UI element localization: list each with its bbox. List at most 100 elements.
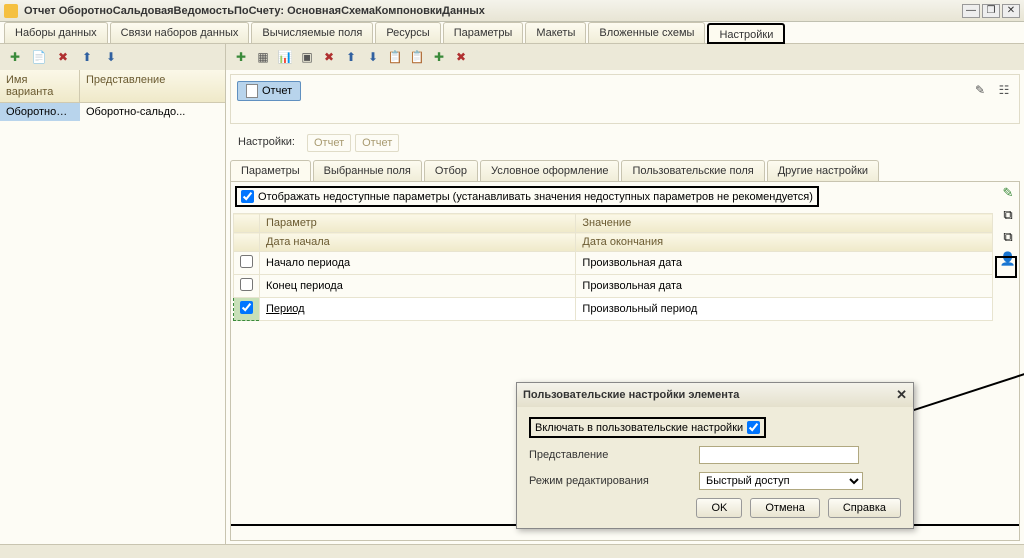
variant-repr-cell: Оборотно-сальдо... [80,103,225,121]
side-tools: ✎ ⧉ ⧉ 👤 [999,184,1017,268]
content-area: Имя варианта Представление ОборотноСальд… [0,70,1024,544]
settings-label: Настройки: [230,132,303,152]
down-icon[interactable]: ⬇ [102,48,120,66]
window-title: Отчет ОборотноСальдоваяВедомостьПоСчету:… [24,5,960,17]
report-chip-label: Отчет [262,85,292,97]
variant-row[interactable]: ОборотноСальдов... Оборотно-сальдо... [0,103,225,121]
copy-icon[interactable]: 📄 [30,48,48,66]
user-settings-dialog: Пользовательские настройки элемента ✕ Вк… [516,382,914,529]
crumb-report-1[interactable]: Отчет [307,134,351,152]
main-tab-bar: Наборы данных Связи наборов данных Вычис… [0,22,1024,44]
show-hidden-box[interactable]: Отображать недоступные параметры (устана… [235,186,819,207]
include-label: Включать в пользовательские настройки [535,422,743,434]
subhead-end: Дата окончания [576,233,993,252]
subhead-start: Дата начала [260,233,576,252]
add-group-icon[interactable]: ✚ [232,48,250,66]
params-area: Отображать недоступные параметры (устана… [230,181,1020,541]
show-hidden-label: Отображать недоступные параметры (устана… [258,191,813,203]
subtab-user-fields[interactable]: Пользовательские поля [621,160,764,181]
help-button[interactable]: Справка [828,498,901,518]
edit-icon[interactable]: ✎ [971,81,989,99]
tab-resources[interactable]: Ресурсы [375,22,440,43]
settings-panel: Отчет ✎ ☷ Настройки: Отчет Отчет Парамет… [226,70,1024,544]
subtab-appearance[interactable]: Условное оформление [480,160,619,181]
param-table: Параметр Значение Дата начала Дата оконч… [233,213,993,321]
table-row[interactable]: Конец периода Произвольная дата [234,275,993,298]
table-row[interactable]: Период Произвольный период [234,298,993,321]
col-variant-repr: Представление [80,70,171,102]
delete-icon[interactable]: ✖ [54,48,72,66]
param-name-cell: Период [260,298,576,321]
add-icon[interactable]: ✚ [6,48,24,66]
remove-icon[interactable]: ✖ [320,48,338,66]
param-name-cell: Конец периода [260,275,576,298]
edit-mode-label: Режим редактирования [529,475,699,487]
edit-param-icon[interactable]: ✎ [999,184,1017,202]
status-bar [0,544,1024,558]
param-name-cell: Начало периода [260,252,576,275]
table-row[interactable]: Начало периода Произвольная дата [234,252,993,275]
row-checkbox[interactable] [240,255,253,268]
tool-a-icon[interactable]: ⧉ [999,206,1017,224]
subtab-fields[interactable]: Выбранные поля [313,160,422,181]
add-table-icon[interactable]: ▦ [254,48,272,66]
variants-toolbar: ✚ 📄 ✖ ⬆ ⬇ [0,44,226,70]
include-row[interactable]: Включать в пользовательские настройки [529,417,766,438]
close-button[interactable]: ✕ [1002,4,1020,18]
copy-tool-icon[interactable]: 📋 [386,48,404,66]
row-checkbox[interactable] [240,278,253,291]
param-value-cell: Произвольный период [576,298,993,321]
tab-nested[interactable]: Вложенные схемы [588,22,705,43]
ok-button[interactable]: OK [696,498,742,518]
tab-parameters[interactable]: Параметры [443,22,524,43]
dialog-title: Пользовательские настройки элемента [523,389,739,401]
add-chart-icon[interactable]: 📊 [276,48,294,66]
tab-data-sets[interactable]: Наборы данных [4,22,108,43]
up-icon[interactable]: ⬆ [78,48,96,66]
include-checkbox[interactable] [747,421,760,434]
row-checkbox[interactable] [240,301,253,314]
del2-icon[interactable]: ✖ [452,48,470,66]
col-value: Значение [576,214,993,233]
tab-data-links[interactable]: Связи наборов данных [110,22,250,43]
crumb-report-2[interactable]: Отчет [355,134,399,152]
titlebar: Отчет ОборотноСальдоваяВедомостьПоСчету:… [0,0,1024,22]
col-check [234,214,260,233]
edit-mode-select[interactable]: Быстрый доступ [699,472,863,490]
report-structure-box: Отчет ✎ ☷ [230,74,1020,124]
tool-b-icon[interactable]: ⧉ [999,228,1017,246]
paste-tool-icon[interactable]: 📋 [408,48,426,66]
move-up-icon[interactable]: ⬆ [342,48,360,66]
col-variant-name: Имя варианта [0,70,80,102]
dialog-titlebar: Пользовательские настройки элемента ✕ [517,383,913,407]
tab-settings[interactable]: Настройки [707,23,785,44]
user-settings-icon[interactable]: 👤 [999,250,1017,268]
repr-input[interactable] [699,446,859,464]
variants-header: Имя варианта Представление [0,70,225,103]
variant-name-cell: ОборотноСальдов... [0,103,80,121]
minimize-button[interactable]: — [962,4,980,18]
settings-toolbar: ✚ ▦ 📊 ▣ ✖ ⬆ ⬇ 📋 📋 ✚ ✖ [226,44,1024,70]
param-value-cell: Произвольная дата [576,252,993,275]
variants-panel: Имя варианта Представление ОборотноСальд… [0,70,226,544]
tab-calc-fields[interactable]: Вычисляемые поля [251,22,373,43]
cancel-button[interactable]: Отмена [750,498,819,518]
show-hidden-checkbox[interactable] [241,190,254,203]
add2-icon[interactable]: ✚ [430,48,448,66]
move-down-icon[interactable]: ⬇ [364,48,382,66]
repr-label: Представление [529,449,699,461]
tab-layouts[interactable]: Макеты [525,22,586,43]
dialog-close-icon[interactable]: ✕ [896,387,907,403]
toolbar-row: ✚ 📄 ✖ ⬆ ⬇ ✚ ▦ 📊 ▣ ✖ ⬆ ⬇ 📋 📋 ✚ ✖ [0,44,1024,70]
props-icon[interactable]: ☷ [995,81,1013,99]
report-icon [246,84,258,98]
subtab-filter[interactable]: Отбор [424,160,478,181]
add-nested-icon[interactable]: ▣ [298,48,316,66]
app-icon [4,4,18,18]
report-chip[interactable]: Отчет [237,81,301,101]
subtab-other[interactable]: Другие настройки [767,160,879,181]
restore-button[interactable]: ❐ [982,4,1000,18]
param-value-cell: Произвольная дата [576,275,993,298]
sub-tab-bar: Параметры Выбранные поля Отбор Условное … [230,160,1020,181]
subtab-params[interactable]: Параметры [230,160,311,181]
